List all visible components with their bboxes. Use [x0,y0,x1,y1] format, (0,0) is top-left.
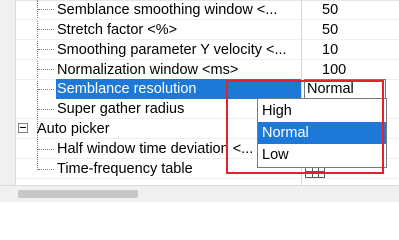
property-name: Smoothing parameter Y velocity <... [57,42,287,58]
property-row[interactable]: Smoothing parameter Y velocity <... 10 [16,40,399,60]
property-name: Stretch factor <%> [57,22,178,38]
left-gutter [0,0,15,201]
row-divider [16,178,399,179]
highlight-box [226,80,384,174]
property-name: Normalization window <ms> [57,62,239,78]
property-name: Semblance resolution [57,81,197,97]
property-value[interactable]: 50 [322,20,338,40]
scrollbar-thumb[interactable] [18,190,138,198]
property-name: Semblance smoothing window <... [57,2,278,18]
property-row[interactable]: Normalization window <ms> 100 [16,60,399,80]
property-row[interactable]: Semblance smoothing window <... 50 [16,0,399,20]
property-value[interactable]: 50 [322,0,338,20]
horizontal-scrollbar[interactable] [0,185,399,202]
tree-connector [38,89,54,90]
property-row[interactable]: Stretch factor <%> 50 [16,20,399,40]
property-value[interactable]: 10 [322,40,338,60]
property-value[interactable]: 100 [322,60,346,80]
